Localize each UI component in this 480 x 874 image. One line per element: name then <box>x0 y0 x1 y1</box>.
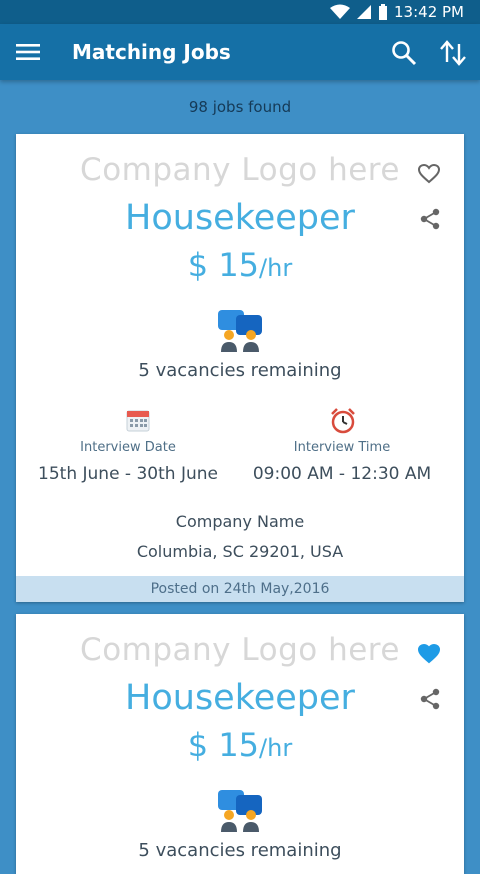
page-title: Matching Jobs <box>72 40 231 64</box>
status-time: 13:42 PM <box>394 3 464 21</box>
wage-unit: /hr <box>259 254 293 282</box>
vacancies-remaining: 5 vacancies remaining <box>138 360 342 381</box>
company-logo-placeholder: Company Logo here <box>80 152 400 188</box>
wage-amount: $ 15 <box>187 246 260 284</box>
wage: $ 15/hr <box>16 726 464 764</box>
posted-date: Posted on 24th May,2016 <box>16 576 464 602</box>
job-card[interactable]: Company Logo here Housekeeper $ 15/hr 5 … <box>16 614 464 874</box>
job-title: Housekeeper <box>125 678 355 718</box>
app-bar: Matching Jobs <box>0 24 480 80</box>
battery-icon <box>379 4 388 20</box>
alarm-clock-icon <box>331 408 355 434</box>
company-logo-placeholder: Company Logo here <box>80 632 400 668</box>
job-card[interactable]: Company Logo here Housekeeper $ 15/hr 5 … <box>16 134 464 602</box>
wage-unit: /hr <box>259 734 293 762</box>
signal-icon <box>357 5 372 19</box>
interview-date-label: Interview Date <box>80 440 176 455</box>
sort-icon[interactable] <box>440 40 466 66</box>
calendar-icon <box>126 410 150 432</box>
vacancies-remaining: 5 vacancies remaining <box>138 840 342 861</box>
heart-icon[interactable] <box>418 164 440 184</box>
company-name: Company Name <box>175 512 305 531</box>
interview-time: 09:00 AM - 12:30 AM <box>252 464 432 484</box>
wage-amount: $ 15 <box>187 726 260 764</box>
interview-date: 15th June - 30th June <box>38 464 218 484</box>
search-icon[interactable] <box>391 40 417 66</box>
wifi-icon <box>330 4 351 19</box>
company-address: Columbia, SC 29201, USA <box>136 542 344 561</box>
wage: $ 15/hr <box>16 246 464 284</box>
status-bar: 13:42 PM <box>0 0 480 24</box>
interview-time-label: Interview Time <box>293 440 391 455</box>
people-icon <box>218 310 262 352</box>
results-count: 98 jobs found <box>188 98 292 116</box>
heart-icon[interactable] <box>418 644 440 664</box>
job-title: Housekeeper <box>125 198 355 238</box>
menu-icon[interactable] <box>16 40 40 64</box>
people-icon <box>218 790 262 832</box>
